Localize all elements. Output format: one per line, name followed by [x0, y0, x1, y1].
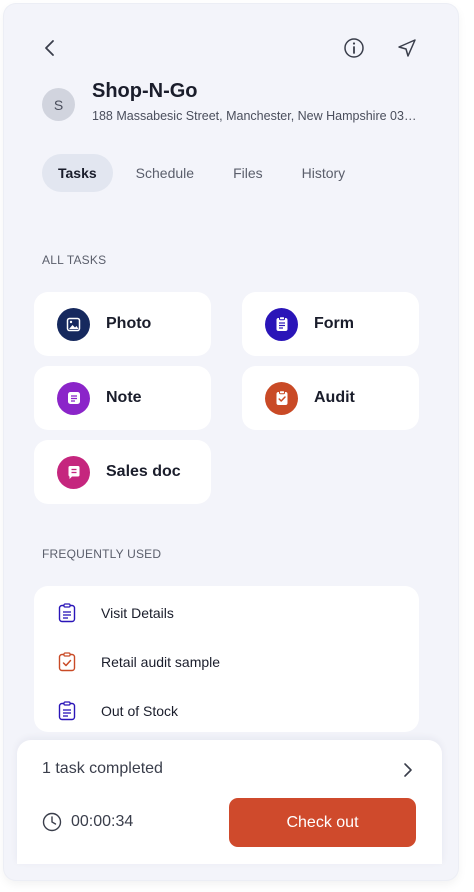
tab-files[interactable]: Files: [217, 154, 279, 192]
task-label-form: Form: [314, 315, 354, 332]
timer-value: 00:00:34: [71, 813, 134, 830]
image-icon: [57, 307, 90, 341]
frequently-used-heading: FREQUENTLY USED: [42, 547, 162, 561]
back-button[interactable]: [36, 34, 64, 62]
tab-schedule[interactable]: Schedule: [120, 154, 210, 192]
frequently-used-list: Visit Details Retail audit sample Out of…: [34, 586, 419, 732]
task-card-form[interactable]: Form: [242, 292, 419, 356]
clipboard-icon: [265, 307, 298, 341]
clipboard-icon: [56, 602, 78, 624]
info-button[interactable]: [340, 34, 368, 62]
visit-timer: 00:00:34: [41, 811, 133, 833]
frequent-item-label: Retail audit sample: [101, 654, 221, 670]
task-card-sales-doc[interactable]: Sales doc: [34, 440, 211, 504]
clipboard-check-icon: [56, 651, 78, 673]
task-label-sales-doc: Sales doc: [106, 463, 181, 480]
task-label-note: Note: [106, 389, 142, 406]
frequent-item-retail-audit-sample[interactable]: Retail audit sample: [34, 640, 419, 684]
tasks-completed-expand-button[interactable]: [394, 756, 422, 784]
frequent-item-out-of-stock[interactable]: Out of Stock: [34, 689, 419, 733]
receipt-icon: [57, 455, 90, 489]
store-address: 188 Massabesic Street, Manchester, New H…: [92, 109, 422, 123]
store-name: Shop-N-Go: [92, 80, 198, 102]
tasks-completed-text: 1 task completed: [42, 760, 163, 777]
navigation-arrow-icon: [398, 39, 416, 57]
task-label-audit: Audit: [314, 389, 355, 406]
task-card-audit[interactable]: Audit: [242, 366, 419, 430]
tab-bar: Tasks Schedule Files History: [42, 154, 368, 192]
task-card-note[interactable]: Note: [34, 366, 211, 430]
info-icon: [344, 38, 364, 58]
tab-history[interactable]: History: [286, 154, 362, 192]
store-avatar: S: [42, 88, 75, 121]
chevron-left-icon: [45, 40, 54, 56]
checkout-panel: 1 task completed 00:00:34 Check out: [17, 740, 442, 864]
clipboard-check-icon: [265, 381, 298, 415]
check-out-button[interactable]: Check out: [229, 798, 416, 847]
note-icon: [57, 381, 90, 415]
frequent-item-label: Visit Details: [101, 605, 174, 621]
clipboard-icon: [56, 700, 78, 722]
all-tasks-heading: ALL TASKS: [42, 253, 107, 267]
task-card-photo[interactable]: Photo: [34, 292, 211, 356]
frequent-item-label: Out of Stock: [101, 703, 179, 719]
task-label-photo: Photo: [106, 315, 152, 332]
clock-icon: [41, 811, 63, 833]
phone-screen: S Shop-N-Go 188 Massabesic Street, Manch…: [4, 4, 458, 880]
frequent-item-visit-details[interactable]: Visit Details: [34, 591, 419, 635]
navigate-button[interactable]: [393, 34, 421, 62]
chevron-right-icon: [404, 763, 412, 777]
tab-tasks[interactable]: Tasks: [42, 154, 113, 192]
